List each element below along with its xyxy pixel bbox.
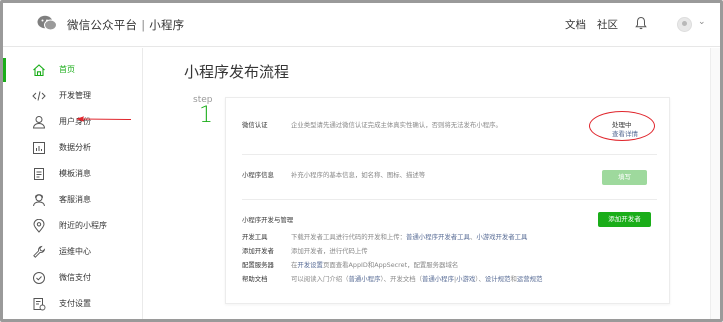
sidebar-item-dev-management[interactable]: 开发管理 <box>3 84 143 108</box>
verify-label: 微信认证 <box>242 121 268 129</box>
docs-normal-link[interactable]: 普通小程序 <box>422 275 454 283</box>
verify-description: 企业类型请先通过微信认证完成主体真实性确认，否则将无法发布小程序。 <box>291 121 502 129</box>
platform-name: 微信公众平台 <box>67 18 138 32</box>
help-docs-description: 可以阅读入门介绍（普通小程序）、开发文档（普通小程序|小游戏）、设计规范和运营规… <box>291 274 542 283</box>
sidebar-item-wechat-pay[interactable]: 微信支付 <box>3 266 143 290</box>
sidebar-item-label: 支付设置 <box>59 299 91 308</box>
code-icon <box>32 91 46 101</box>
info-description: 补充小程序的基本信息，如名称、图标、描述等 <box>291 171 426 179</box>
user-avatar[interactable] <box>677 17 692 32</box>
docs-game-link[interactable]: 小游戏 <box>456 275 475 283</box>
sidebar: 首页 开发管理 用户身份 数据分析 模板消息 客服消息 附近的小程序 运维中心 <box>3 48 143 319</box>
chart-icon <box>33 142 45 154</box>
game-devtool-link[interactable]: 小游戏开发者工具 <box>476 233 527 241</box>
sidebar-item-user-identity[interactable]: 用户身份 <box>3 110 143 134</box>
server-config-text: 页面查看AppID和AppSecret，配置服务器域名 <box>322 261 459 269</box>
nav-community-link[interactable]: 社区 <box>597 17 618 32</box>
location-icon <box>33 219 45 233</box>
fill-info-button[interactable]: 填写 <box>602 170 647 185</box>
sidebar-item-label: 数据分析 <box>59 143 91 152</box>
brand-separator: | <box>141 18 146 32</box>
sidebar-item-label: 客服消息 <box>59 195 91 204</box>
top-header: 微信公众平台 | 小程序 文档 社区 ⌄ <box>3 3 720 47</box>
sidebar-item-label: 开发管理 <box>59 91 91 100</box>
add-developer-label: 添加开发者 <box>242 247 274 255</box>
window-frame: 微信公众平台 | 小程序 文档 社区 ⌄ 首页 开发管理 用户身份 数据分析 模… <box>0 0 723 322</box>
sidebar-item-nearby[interactable]: 附近的小程序 <box>3 214 143 238</box>
notification-bell-icon[interactable] <box>635 16 647 30</box>
dev-tools-label: 开发工具 <box>242 233 268 241</box>
help-text-4: ）、 <box>475 275 485 283</box>
sidebar-item-payment-settings[interactable]: 支付设置 <box>3 292 143 316</box>
wechat-logo-icon[interactable] <box>37 15 57 31</box>
server-config-description: 在开发设置页面查看AppID和AppSecret，配置服务器域名 <box>291 260 458 269</box>
row-divider <box>242 154 657 155</box>
page-title: 小程序发布流程 <box>184 63 290 81</box>
sidebar-item-label: 附近的小程序 <box>59 221 107 230</box>
server-config-label: 配置服务器 <box>242 261 274 269</box>
sidebar-item-template-messages[interactable]: 模板消息 <box>3 162 143 186</box>
wrench-icon <box>33 245 46 258</box>
sidebar-item-label: 微信支付 <box>59 273 91 282</box>
help-text-2: ）、开发文档（ <box>380 275 423 283</box>
dev-tools-text: 下载开发者工具进行代码的开发和上传： <box>291 233 407 241</box>
sidebar-item-ops-center[interactable]: 运维中心 <box>3 240 143 264</box>
sidebar-item-label: 模板消息 <box>59 169 91 178</box>
sidebar-item-customer-service[interactable]: 客服消息 <box>3 188 143 212</box>
payment-icon <box>33 272 45 284</box>
user-icon <box>32 116 46 129</box>
dev-settings-link[interactable]: 开发设置 <box>297 261 323 269</box>
add-developer-description: 添加开发者，进行代码上传 <box>291 247 368 255</box>
ops-guide-link[interactable]: 运营规范 <box>517 275 543 283</box>
scrollbar[interactable] <box>710 48 720 319</box>
intro-normal-link[interactable]: 普通小程序 <box>349 275 381 283</box>
account-dropdown-caret-icon[interactable]: ⌄ <box>698 17 706 27</box>
step-number: 1 <box>199 103 213 128</box>
normal-devtool-link[interactable]: 普通小程序开发者工具 <box>406 233 470 241</box>
sidebar-item-analytics[interactable]: 数据分析 <box>3 136 143 160</box>
platform-subtitle: 小程序 <box>149 18 185 32</box>
info-label: 小程序信息 <box>242 171 274 179</box>
add-developer-button[interactable]: 添加开发者 <box>598 212 651 227</box>
dev-tools-description: 下载开发者工具进行代码的开发和上传：普通小程序开发者工具、小游戏开发者工具 <box>291 232 527 241</box>
sidebar-item-home[interactable]: 首页 <box>3 58 143 82</box>
row-divider <box>242 199 657 200</box>
customer-service-icon <box>33 194 45 207</box>
home-icon <box>33 64 45 77</box>
brand-title[interactable]: 微信公众平台 | 小程序 <box>67 17 184 33</box>
annotation-circle <box>589 111 655 141</box>
nav-docs-link[interactable]: 文档 <box>565 17 586 32</box>
annotation-arrow <box>76 116 132 122</box>
document-icon <box>34 168 44 180</box>
payment-settings-icon <box>33 298 46 311</box>
help-docs-label: 帮助文档 <box>242 275 268 283</box>
sidebar-item-label: 首页 <box>59 65 75 74</box>
dev-section-label: 小程序开发与管理 <box>242 216 294 224</box>
sidebar-item-label: 运维中心 <box>59 247 91 256</box>
help-text-1: 可以阅读入门介绍（ <box>291 275 349 283</box>
design-guide-link[interactable]: 设计规范 <box>485 275 511 283</box>
